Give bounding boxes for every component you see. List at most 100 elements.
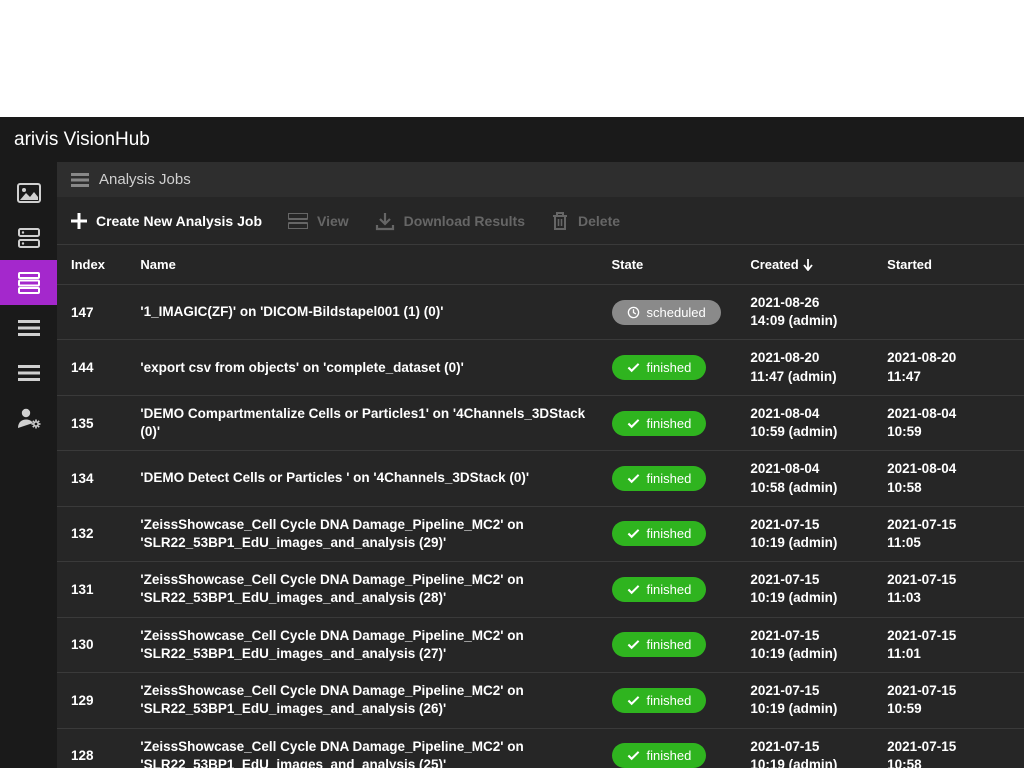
cell-state: finished — [612, 521, 751, 546]
table-row[interactable]: 132'ZeissShowcase_Cell Cycle DNA Damage_… — [57, 507, 1024, 562]
cell-name: 'ZeissShowcase_Cell Cycle DNA Damage_Pip… — [140, 738, 611, 768]
cell-started: 2021-07-1511:05 — [887, 516, 1024, 552]
state-label: finished — [647, 471, 692, 486]
cell-started: 2021-07-1510:59 — [887, 682, 1024, 718]
table-row[interactable]: 128'ZeissShowcase_Cell Cycle DNA Damage_… — [57, 729, 1024, 768]
download-icon — [375, 211, 395, 231]
state-finished-pill: finished — [612, 577, 707, 602]
cell-name: 'ZeissShowcase_Cell Cycle DNA Damage_Pip… — [140, 571, 611, 607]
col-header-name[interactable]: Name — [140, 257, 611, 272]
page-title: Analysis Jobs — [99, 171, 191, 188]
user-gear-icon — [17, 407, 41, 429]
sidebar-item-list-1[interactable] — [0, 305, 57, 350]
table-row[interactable]: 144'export csv from objects' on 'complet… — [57, 340, 1024, 395]
cell-name: 'DEMO Detect Cells or Particles ' on '4C… — [140, 469, 611, 487]
state-label: finished — [647, 748, 692, 763]
state-finished-pill: finished — [612, 466, 707, 491]
cell-created: 2021-07-1510:19 (admin) — [750, 627, 887, 663]
brand-title: arivis VisionHub — [14, 129, 150, 151]
state-finished-pill: finished — [612, 688, 707, 713]
state-finished-pill: finished — [612, 355, 707, 380]
server-icon — [288, 213, 308, 229]
cell-index: 129 — [71, 693, 140, 708]
cell-created: 2021-08-2011:47 (admin) — [750, 349, 887, 385]
toolbar: Create New Analysis Job View Download Re… — [57, 197, 1024, 245]
cell-started: 2021-08-0410:58 — [887, 460, 1024, 496]
sort-desc-icon — [803, 259, 813, 271]
cell-name: '1_IMAGIC(ZF)' on 'DICOM-Bildstapel001 (… — [140, 303, 611, 321]
cell-started: 2021-07-1511:03 — [887, 571, 1024, 607]
download-results-button[interactable]: Download Results — [375, 211, 525, 231]
cell-name: 'ZeissShowcase_Cell Cycle DNA Damage_Pip… — [140, 516, 611, 552]
col-header-state[interactable]: State — [612, 257, 751, 272]
table-row[interactable]: 135'DEMO Compartmentalize Cells or Parti… — [57, 396, 1024, 451]
sidebar-item-analysis-jobs[interactable] — [0, 260, 57, 305]
cell-started: 2021-08-2011:47 — [887, 349, 1024, 385]
create-label: Create New Analysis Job — [96, 213, 262, 229]
delete-button[interactable]: Delete — [551, 211, 620, 231]
col-header-started[interactable]: Started — [887, 257, 1024, 272]
cell-started: 2021-07-1511:01 — [887, 627, 1024, 663]
table-row[interactable]: 147'1_IMAGIC(ZF)' on 'DICOM-Bildstapel00… — [57, 285, 1024, 340]
col-header-created[interactable]: Created — [750, 257, 887, 272]
cell-state: finished — [612, 577, 751, 602]
clock-icon — [627, 306, 640, 319]
check-icon — [627, 750, 640, 761]
sidebar — [0, 162, 57, 768]
check-icon — [627, 584, 640, 595]
cell-name: 'ZeissShowcase_Cell Cycle DNA Damage_Pip… — [140, 627, 611, 663]
table-row[interactable]: 134'DEMO Detect Cells or Particles ' on … — [57, 451, 1024, 506]
sidebar-item-list-2[interactable] — [0, 350, 57, 395]
cell-state: finished — [612, 411, 751, 436]
content-area: Analysis Jobs Create New Analysis Job Vi… — [57, 162, 1024, 768]
cell-index: 147 — [71, 305, 140, 320]
check-icon — [627, 695, 640, 706]
cell-state: finished — [612, 355, 751, 380]
cell-name: 'ZeissShowcase_Cell Cycle DNA Damage_Pip… — [140, 682, 611, 718]
table-row[interactable]: 130'ZeissShowcase_Cell Cycle DNA Damage_… — [57, 618, 1024, 673]
image-icon — [17, 183, 41, 203]
cell-state: finished — [612, 632, 751, 657]
cell-created: 2021-07-1510:19 (admin) — [750, 571, 887, 607]
state-label: finished — [647, 637, 692, 652]
plus-icon — [71, 213, 87, 229]
state-label: finished — [647, 360, 692, 375]
cell-created: 2021-07-1510:19 (admin) — [750, 682, 887, 718]
state-label: finished — [647, 526, 692, 541]
state-finished-pill: finished — [612, 743, 707, 768]
cell-state: finished — [612, 743, 751, 768]
state-label: scheduled — [647, 305, 706, 320]
table-header: Index Name State Created Started — [57, 245, 1024, 285]
sidebar-item-images[interactable] — [0, 170, 57, 215]
state-label: finished — [647, 693, 692, 708]
sidebar-item-storage[interactable] — [0, 215, 57, 260]
view-button[interactable]: View — [288, 213, 349, 229]
state-finished-pill: finished — [612, 411, 707, 436]
cell-created: 2021-07-1510:19 (admin) — [750, 738, 887, 768]
cell-created: 2021-08-0410:59 (admin) — [750, 405, 887, 441]
cell-index: 134 — [71, 471, 140, 486]
state-label: finished — [647, 582, 692, 597]
cell-index: 144 — [71, 360, 140, 375]
cell-name: 'export csv from objects' on 'complete_d… — [140, 359, 611, 377]
cell-state: finished — [612, 688, 751, 713]
page-header: Analysis Jobs — [57, 162, 1024, 197]
state-label: finished — [647, 416, 692, 431]
create-analysis-job-button[interactable]: Create New Analysis Job — [71, 213, 262, 229]
table-body: 147'1_IMAGIC(ZF)' on 'DICOM-Bildstapel00… — [57, 285, 1024, 768]
cell-state: finished — [612, 466, 751, 491]
trash-icon — [551, 211, 569, 231]
col-created-label: Created — [750, 257, 798, 272]
table-row[interactable]: 131'ZeissShowcase_Cell Cycle DNA Damage_… — [57, 562, 1024, 617]
list-view-icon — [71, 173, 89, 187]
menu-icon — [18, 320, 40, 336]
sidebar-item-user-settings[interactable] — [0, 395, 57, 440]
state-scheduled-pill: scheduled — [612, 300, 721, 325]
check-icon — [627, 473, 640, 484]
main-area: Analysis Jobs Create New Analysis Job Vi… — [0, 162, 1024, 768]
cell-created: 2021-07-1510:19 (admin) — [750, 516, 887, 552]
delete-label: Delete — [578, 213, 620, 229]
cell-created: 2021-08-0410:58 (admin) — [750, 460, 887, 496]
col-header-index[interactable]: Index — [71, 257, 140, 272]
table-row[interactable]: 129'ZeissShowcase_Cell Cycle DNA Damage_… — [57, 673, 1024, 728]
